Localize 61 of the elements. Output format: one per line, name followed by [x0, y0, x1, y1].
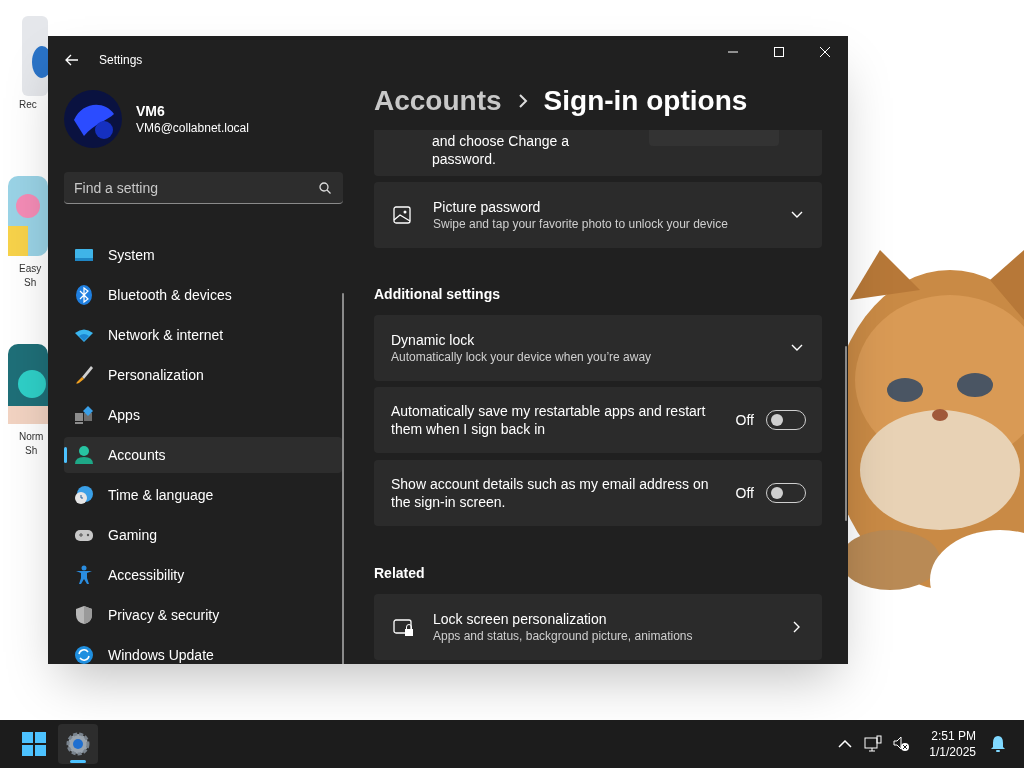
setting-label: Automatically save my restartable apps and restart them when I sign back in — [391, 402, 707, 438]
nav-item[interactable]: Accounts — [64, 437, 342, 473]
icon-label: Norm — [19, 430, 44, 444]
setting-description: Swipe and tap your favorite photo to unlock your device — [433, 216, 729, 232]
settings-link-card[interactable]: Lock screen personalization Apps and status, background picture, animations — [374, 594, 822, 660]
search-icon — [319, 182, 331, 194]
nav-item[interactable]: Bluetooth & devices — [64, 277, 342, 313]
nav-item[interactable]: Privacy & security — [64, 597, 342, 633]
nav-item[interactable]: Windows Update — [64, 637, 342, 664]
nav-item[interactable]: Time & language — [64, 477, 342, 513]
network-icon — [864, 735, 883, 753]
windows-logo-icon — [22, 732, 46, 756]
gear-icon — [66, 732, 90, 756]
setting-label: Show account details such as my email address on the sign-in screen. — [391, 475, 710, 511]
toggle-state: Off — [735, 410, 754, 430]
speaker-muted-icon — [892, 735, 911, 753]
chevron-up-icon — [838, 740, 853, 748]
clock-button[interactable]: 2:51 PM 1/1/2025 — [929, 728, 976, 760]
window-title: Settings — [99, 52, 143, 69]
section-heading: Additional settings — [374, 285, 501, 304]
icon-label: Sh — [25, 444, 38, 458]
refresh-icon — [74, 645, 94, 664]
maximize-icon — [774, 47, 784, 57]
nav-item[interactable]: Network & internet — [64, 317, 342, 353]
icon-label: Easy — [19, 262, 42, 276]
picture-icon — [393, 206, 413, 224]
back-icon[interactable] — [65, 54, 79, 66]
brush-icon — [74, 365, 94, 385]
nav-item[interactable]: Apps — [64, 397, 342, 433]
expander-card[interactable]: Picture password Swipe and tap your favorite photo to unlock your device — [374, 182, 822, 248]
nav-item[interactable]: Gaming — [64, 517, 342, 553]
icon-label: Sh — [24, 276, 37, 290]
user-email: VM6@collabnet.local — [136, 120, 249, 136]
chevron-right-icon — [517, 94, 528, 108]
setting-description: and choose Change a password. — [432, 132, 570, 168]
nav-item[interactable]: Accessibility — [64, 557, 342, 593]
accessibility-icon — [74, 565, 94, 585]
setting-title: Picture password — [433, 198, 542, 216]
setting-title: Lock screen personalization — [433, 610, 608, 628]
close-icon — [820, 47, 830, 57]
setting-description: Automatically lock your device when you’re away — [391, 349, 653, 365]
nav-item[interactable]: System — [64, 237, 342, 273]
apps-icon — [74, 405, 94, 425]
setting-description: Apps and status, background picture, animations — [433, 628, 694, 644]
bell-icon — [990, 735, 1006, 753]
toggle-state: Off — [735, 483, 754, 503]
person-icon — [74, 445, 94, 465]
page-title: Sign-in options — [543, 84, 748, 118]
breadcrumb-link[interactable]: Accounts — [374, 80, 502, 122]
lock-screen-icon — [393, 618, 413, 636]
search-field[interactable]: Find a setting — [64, 172, 343, 204]
taskbar-app-button[interactable] — [58, 724, 98, 764]
setting-title: Dynamic lock — [391, 331, 476, 349]
nav-item[interactable]: Personalization — [64, 357, 342, 393]
shield-icon — [74, 605, 94, 625]
icon-label: Rec — [19, 98, 37, 112]
user-name: VM6 — [136, 102, 166, 120]
section-heading: Related — [374, 564, 426, 583]
bluetooth-icon — [74, 285, 94, 305]
expander-card[interactable]: Dynamic lock Automatically lock your device when you’re away — [374, 315, 822, 381]
clock-icon — [74, 485, 94, 505]
